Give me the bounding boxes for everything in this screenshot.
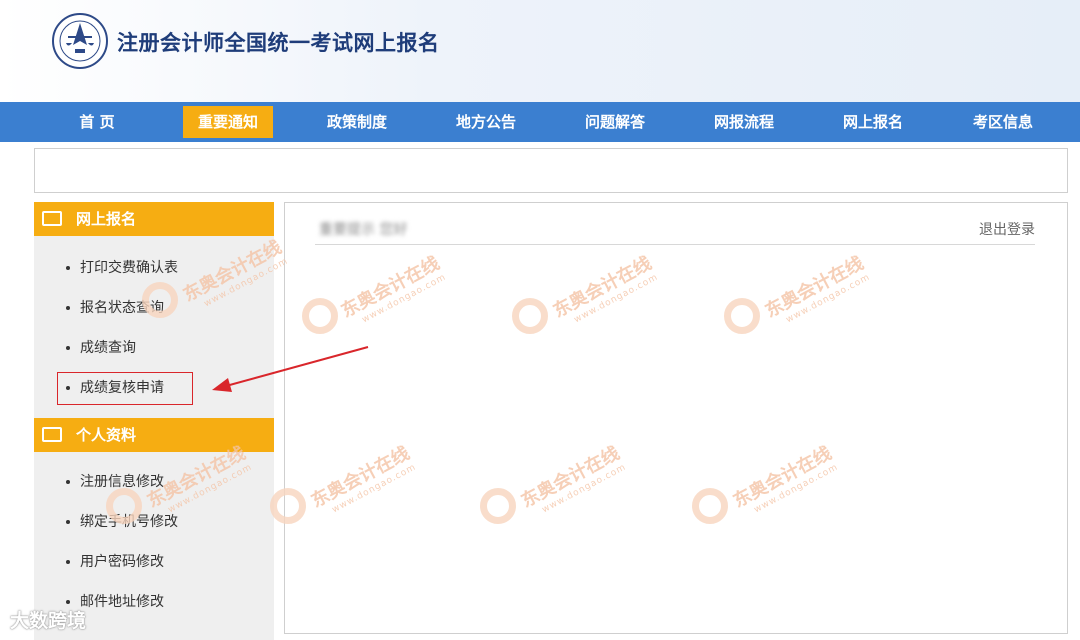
nav-item-faq[interactable]: 问题解答 bbox=[570, 106, 660, 138]
sidebar-section-title: 个人资料 bbox=[76, 426, 137, 444]
site-header: 注册会计师全国统一考试网上报名 bbox=[0, 0, 1080, 102]
sidebar-item-change-password[interactable]: 用户密码修改 bbox=[66, 552, 164, 572]
sidebar-item-label: 注册信息修改 bbox=[80, 474, 164, 490]
sidebar-section-registration: 网上报名 bbox=[34, 202, 274, 236]
sidebar-section-profile: 个人资料 bbox=[34, 418, 274, 452]
bullet bbox=[66, 600, 70, 604]
bullet bbox=[66, 560, 70, 564]
monitor-icon bbox=[42, 211, 62, 226]
divider bbox=[315, 244, 1035, 245]
sidebar-item-print-receipt[interactable]: 打印交费确认表 bbox=[66, 258, 178, 278]
nav-item-online-registration[interactable]: 网上报名 bbox=[828, 106, 918, 138]
main-nav: 首 页 重要通知 政策制度 地方公告 问题解答 网报流程 网上报名 考区信息 bbox=[0, 102, 1080, 142]
sidebar-item-edit-registration[interactable]: 注册信息修改 bbox=[66, 472, 164, 492]
highlight-box bbox=[57, 372, 193, 405]
bullet bbox=[66, 346, 70, 350]
sidebar-item-change-phone[interactable]: 绑定手机号修改 bbox=[66, 512, 178, 532]
id-card-icon bbox=[42, 427, 62, 442]
emblem-logo bbox=[52, 13, 108, 69]
sidebar-item-label: 用户密码修改 bbox=[80, 554, 164, 570]
bullet bbox=[66, 266, 70, 270]
sidebar-item-label: 绑定手机号修改 bbox=[80, 514, 178, 530]
site-title: 注册会计师全国统一考试网上报名 bbox=[117, 31, 440, 55]
sidebar-item-status-query[interactable]: 报名状态查询 bbox=[66, 298, 164, 318]
sidebar-item-score-query[interactable]: 成绩查询 bbox=[66, 338, 136, 358]
sidebar: 网上报名 打印交费确认表 报名状态查询 成绩查询 成绩复核申请 个人资料 注册信… bbox=[34, 202, 274, 640]
nav-item-policy[interactable]: 政策制度 bbox=[312, 106, 402, 138]
corner-watermark: 大数跨境 bbox=[10, 610, 87, 632]
nav-item-notices[interactable]: 重要通知 bbox=[183, 106, 273, 138]
bullet bbox=[66, 520, 70, 524]
sidebar-item-label: 打印交费确认表 bbox=[80, 260, 178, 276]
nav-item-process[interactable]: 网报流程 bbox=[699, 106, 789, 138]
bullet bbox=[66, 480, 70, 484]
logout-link[interactable]: 退出登录 bbox=[979, 219, 1035, 239]
content-panel: 重要提示 您好 退出登录 bbox=[284, 202, 1068, 634]
sidebar-item-label: 邮件地址修改 bbox=[80, 594, 164, 610]
sidebar-item-label: 成绩查询 bbox=[80, 340, 136, 356]
sidebar-item-label: 报名状态查询 bbox=[80, 300, 164, 316]
bullet bbox=[66, 306, 70, 310]
user-greeting: 重要提示 您好 bbox=[319, 222, 408, 238]
nav-item-local-announcements[interactable]: 地方公告 bbox=[441, 106, 531, 138]
sidebar-section-title: 网上报名 bbox=[76, 210, 137, 228]
nav-item-exam-area-info[interactable]: 考区信息 bbox=[958, 106, 1048, 138]
notice-bar bbox=[34, 148, 1068, 193]
nav-item-home[interactable]: 首 页 bbox=[52, 106, 142, 138]
